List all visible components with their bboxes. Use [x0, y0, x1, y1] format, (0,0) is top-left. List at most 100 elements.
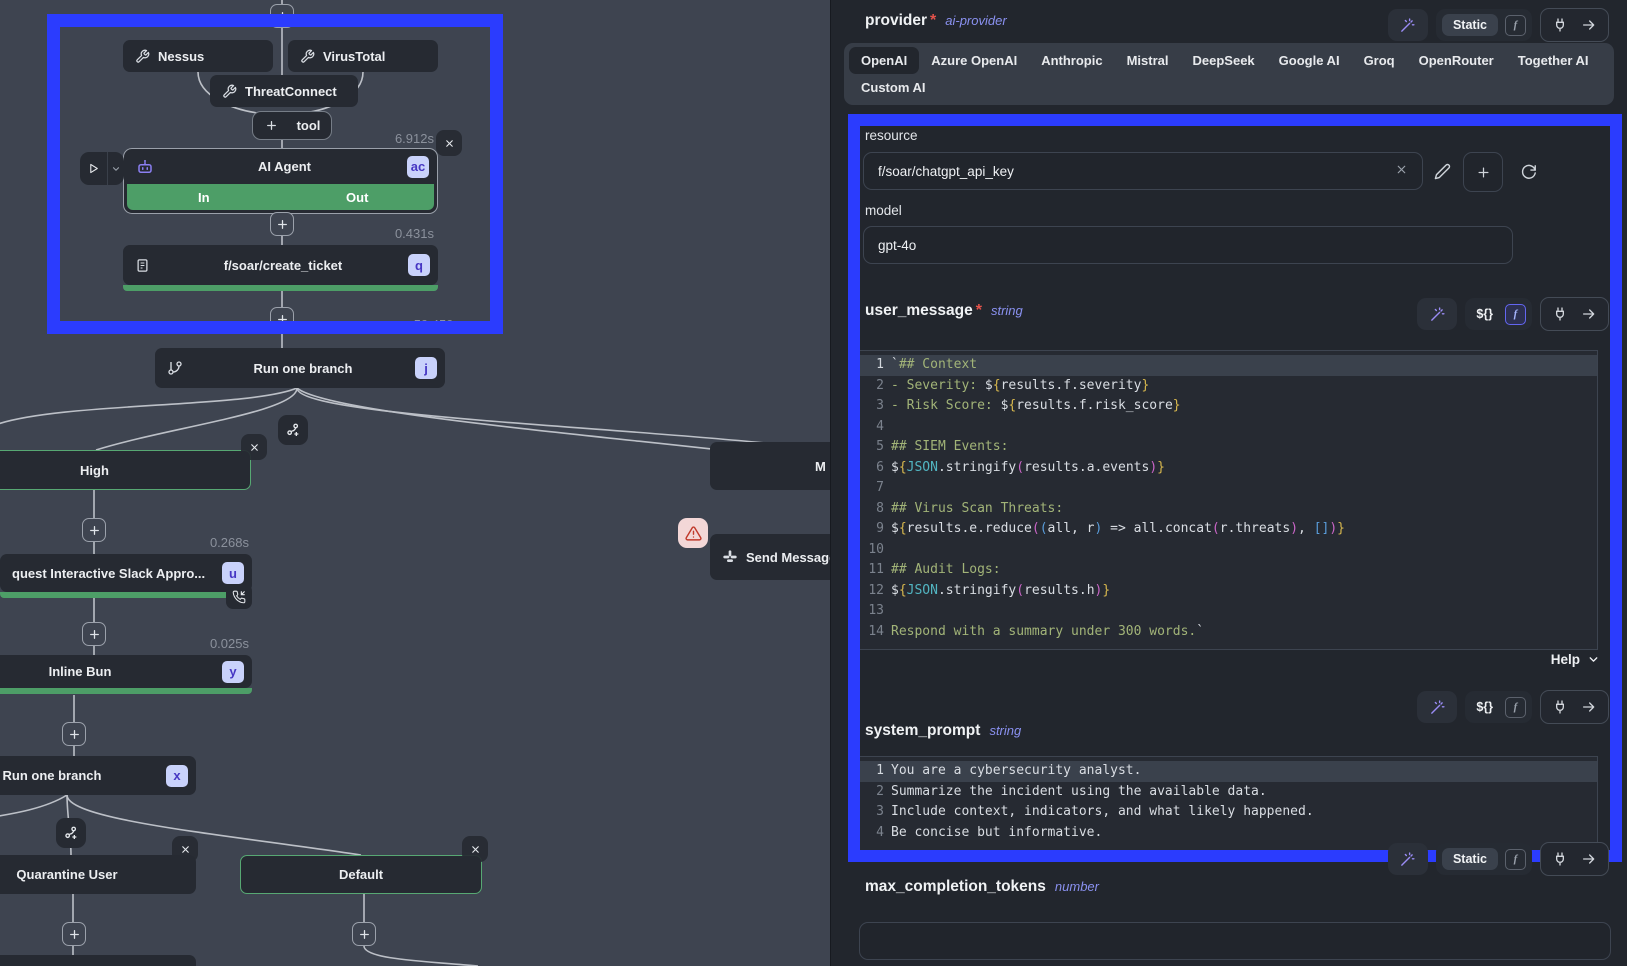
- function-mode-icon[interactable]: f: [1505, 304, 1526, 325]
- provider-tab-google-ai[interactable]: Google AI: [1267, 47, 1352, 74]
- node-run-one-branch-1[interactable]: Run one branchj: [155, 348, 445, 388]
- model-input[interactable]: gpt-4o: [863, 226, 1513, 264]
- user-message-mode-toggle[interactable]: ${} f: [1465, 298, 1532, 330]
- function-mode-icon[interactable]: f: [1505, 697, 1526, 718]
- close-icon[interactable]: [241, 434, 267, 460]
- node-case-default[interactable]: Default: [240, 855, 482, 894]
- refresh-resources-button[interactable]: [1515, 158, 1541, 184]
- node-inline-bun[interactable]: Inline Buny: [0, 655, 252, 688]
- help-dropdown[interactable]: Help: [1551, 652, 1600, 667]
- node-badge: j: [415, 357, 437, 379]
- max-tokens-input[interactable]: [859, 922, 1611, 960]
- code-line[interactable]: 2Summarize the incident using the availa…: [860, 782, 1597, 803]
- node-run-one-branch-2[interactable]: Run one branchx: [0, 756, 196, 795]
- run-node-button[interactable]: [80, 152, 124, 185]
- node-threatconnect[interactable]: ThreatConnect: [210, 75, 358, 107]
- add-step-connector[interactable]: [82, 518, 106, 542]
- code-line[interactable]: 6${JSON.stringify(results.a.events)}: [860, 458, 1597, 479]
- add-step-connector[interactable]: [352, 922, 376, 946]
- code-line[interactable]: 4Be concise but informative.: [860, 823, 1597, 844]
- close-icon[interactable]: [462, 836, 488, 862]
- close-icon[interactable]: [172, 836, 198, 862]
- node-nessus[interactable]: Nessus: [123, 40, 273, 72]
- node-create-ticket[interactable]: f/soar/create_ticketq: [123, 245, 438, 285]
- code-line[interactable]: 4: [860, 417, 1597, 438]
- add-step-connector[interactable]: [270, 4, 294, 28]
- agent-out-label[interactable]: Out: [281, 184, 435, 210]
- code-line[interactable]: 3Include context, indicators, and what l…: [860, 802, 1597, 823]
- agent-in-label[interactable]: In: [127, 184, 281, 210]
- code-line[interactable]: 1`## Context: [860, 355, 1597, 376]
- add-branch-button[interactable]: [278, 415, 308, 445]
- node-quarantine-user[interactable]: Quarantine User: [0, 855, 196, 894]
- user-message-code-editor[interactable]: 1`## Context2- Severity: ${results.f.sev…: [859, 350, 1598, 650]
- resource-input[interactable]: f/soar/chatgpt_api_key: [863, 152, 1423, 190]
- node-success-bar: [123, 285, 438, 291]
- ai-autofill-button[interactable]: [1388, 9, 1428, 41]
- add-step-connector[interactable]: [62, 722, 86, 746]
- code-line[interactable]: 14Respond with a summary under 300 words…: [860, 622, 1597, 643]
- node-slack-approval[interactable]: quest Interactive Slack Appro...u: [0, 554, 252, 592]
- mode-static-label[interactable]: Static: [1442, 848, 1498, 870]
- system-prompt-connect-buttons[interactable]: [1540, 690, 1609, 724]
- provider-tab-openrouter[interactable]: OpenRouter: [1407, 47, 1506, 74]
- play-icon[interactable]: [80, 152, 108, 185]
- expression-mode-label[interactable]: ${}: [1471, 696, 1498, 718]
- node-send-message[interactable]: Send Message: [710, 534, 830, 580]
- provider-tab-groq[interactable]: Groq: [1352, 47, 1407, 74]
- code-line[interactable]: 10: [860, 540, 1597, 561]
- ai-autofill-button[interactable]: [1388, 843, 1428, 875]
- code-line[interactable]: 3- Risk Score: ${results.f.risk_score}: [860, 396, 1597, 417]
- add-branch-button[interactable]: [56, 818, 86, 848]
- mode-static-label[interactable]: Static: [1442, 14, 1498, 36]
- code-line[interactable]: 7: [860, 478, 1597, 499]
- ai-autofill-button[interactable]: [1417, 298, 1457, 330]
- magic-wand-icon: [1399, 851, 1416, 868]
- node-case-high[interactable]: High: [0, 450, 251, 490]
- max-tokens-connect-buttons[interactable]: [1540, 842, 1609, 876]
- node-merge-node[interactable]: M: [710, 442, 830, 490]
- system-prompt-mode-toggle[interactable]: ${} f: [1465, 691, 1532, 723]
- add-step-connector[interactable]: [62, 922, 86, 946]
- node-label: VirusTotal: [323, 49, 438, 64]
- workflow-canvas[interactable]: Nessus VirusTotal ThreatConnect tool f/soar/…: [0, 0, 830, 966]
- provider-tab-openai[interactable]: OpenAI: [849, 47, 919, 74]
- provider-tab-mistral[interactable]: Mistral: [1115, 47, 1181, 74]
- provider-connect-buttons[interactable]: [1540, 8, 1609, 42]
- code-line[interactable]: 2- Severity: ${results.f.severity}: [860, 376, 1597, 397]
- code-line[interactable]: 11## Audit Logs:: [860, 560, 1597, 581]
- code-line[interactable]: 8## Virus Scan Threats:: [860, 499, 1597, 520]
- expression-mode-label[interactable]: ${}: [1471, 303, 1498, 325]
- node-badge: q: [408, 254, 430, 276]
- max-tokens-mode-toggle[interactable]: Static f: [1436, 843, 1532, 875]
- node-virustotal[interactable]: VirusTotal: [288, 40, 438, 72]
- chevron-down-icon[interactable]: [108, 152, 124, 185]
- code-line[interactable]: 13: [860, 601, 1597, 622]
- code-line[interactable]: 12${JSON.stringify(results.h)}: [860, 581, 1597, 602]
- provider-mode-toggle[interactable]: Static f: [1436, 9, 1532, 41]
- function-mode-icon[interactable]: f: [1505, 849, 1526, 870]
- add-step-connector[interactable]: [82, 622, 106, 646]
- provider-tab-together-ai[interactable]: Together AI: [1506, 47, 1601, 74]
- provider-tabs: OpenAIAzure OpenAIAnthropicMistralDeepSe…: [844, 43, 1614, 105]
- system-prompt-code-editor[interactable]: 1You are a cybersecurity analyst.2Summar…: [859, 756, 1598, 852]
- provider-tab-anthropic[interactable]: Anthropic: [1029, 47, 1114, 74]
- provider-tab-azure-openai[interactable]: Azure OpenAI: [919, 47, 1029, 74]
- node-add-tool[interactable]: tool: [252, 111, 332, 140]
- add-step-connector[interactable]: [270, 307, 294, 331]
- code-line[interactable]: 5## SIEM Events:: [860, 437, 1597, 458]
- provider-tab-deepseek[interactable]: DeepSeek: [1181, 47, 1267, 74]
- code-line[interactable]: 1You are a cybersecurity analyst.: [860, 761, 1597, 782]
- edit-resource-button[interactable]: [1429, 158, 1455, 184]
- ai-autofill-button[interactable]: [1417, 691, 1457, 723]
- node-bottom-partial[interactable]: [0, 955, 196, 966]
- node-ai-agent[interactable]: AI Agent ac InOut: [123, 148, 438, 214]
- provider-tab-custom-ai[interactable]: Custom AI: [849, 74, 938, 101]
- close-icon[interactable]: [436, 130, 462, 156]
- clear-icon[interactable]: [1395, 163, 1408, 179]
- add-step-connector[interactable]: [270, 212, 294, 236]
- user-message-connect-buttons[interactable]: [1540, 297, 1609, 331]
- code-line[interactable]: 9${results.e.reduce((all, r) => all.conc…: [860, 519, 1597, 540]
- add-resource-button[interactable]: [1463, 152, 1503, 192]
- function-mode-icon[interactable]: f: [1505, 15, 1526, 36]
